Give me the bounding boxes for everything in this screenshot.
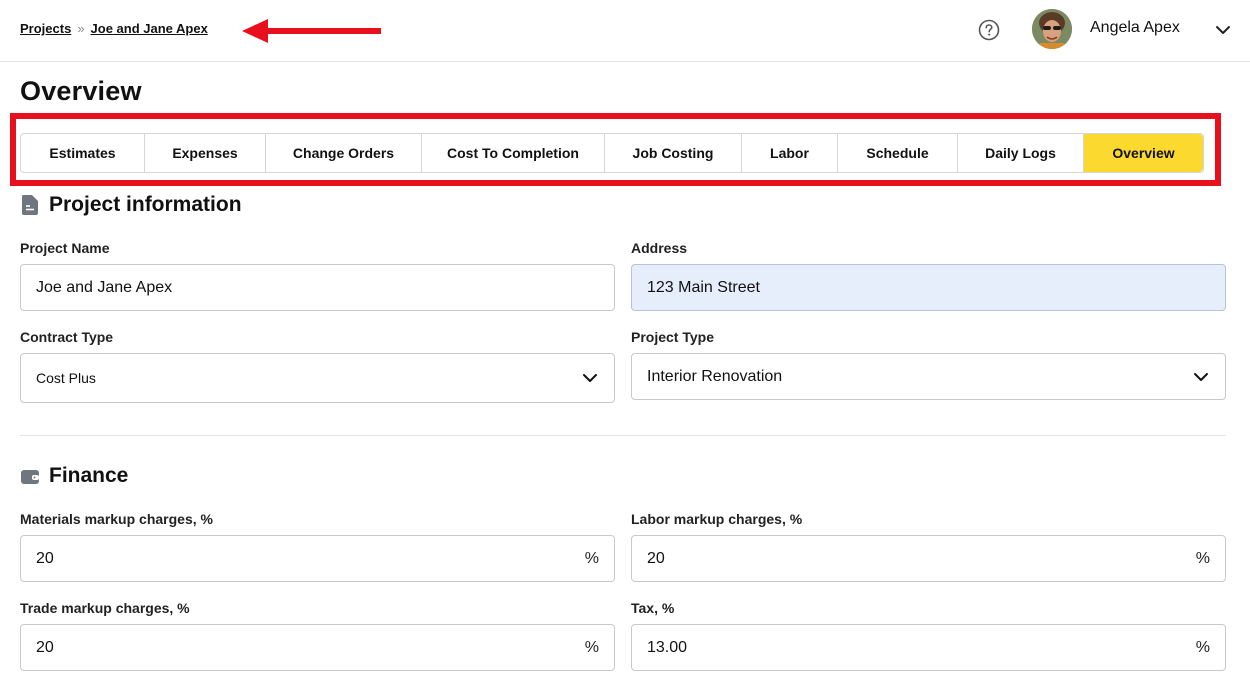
labor-markup-input[interactable]: 20 % [631, 535, 1226, 582]
trade-markup-value: 20 [36, 638, 54, 656]
top-bar: Projects » Joe and Jane Apex Angela Apex [0, 0, 1250, 62]
contract-type-value: Cost Plus [36, 370, 96, 386]
document-icon [22, 195, 38, 215]
tab-estimates[interactable]: Estimates [21, 134, 145, 172]
tax-input[interactable]: 13.00 % [631, 624, 1226, 671]
tab-daily-logs[interactable]: Daily Logs [958, 134, 1084, 172]
percent-suffix: % [584, 549, 599, 567]
percent-suffix: % [1195, 549, 1210, 567]
section-divider [20, 435, 1226, 436]
annotation-arrow-icon [242, 19, 381, 43]
project-name-value: Joe and Jane Apex [36, 278, 173, 296]
tax-label: Tax, % [631, 600, 675, 616]
finance-title: Finance [49, 464, 129, 487]
project-name-field[interactable]: Joe and Jane Apex [20, 264, 615, 311]
chevron-down-icon [583, 374, 597, 382]
wallet-icon [21, 470, 39, 484]
tab-overview[interactable]: Overview [1084, 134, 1203, 172]
avatar-image-icon [1032, 9, 1072, 49]
chevron-down-icon [1194, 372, 1208, 381]
page-title: Overview [20, 76, 142, 106]
materials-markup-input[interactable]: 20 % [20, 535, 615, 582]
tab-bar: Estimates Expenses Change Orders Cost To… [20, 133, 1204, 173]
address-value: 123 Main Street [647, 278, 760, 296]
finance-header: Finance [20, 464, 128, 488]
breadcrumb-separator: » [77, 21, 85, 36]
project-type-value: Interior Renovation [647, 367, 783, 385]
address-field[interactable]: 123 Main Street [631, 264, 1226, 311]
address-label: Address [631, 240, 688, 256]
tab-expenses[interactable]: Expenses [145, 134, 266, 172]
help-circle-icon[interactable] [978, 19, 1000, 41]
project-info-header: Project information [20, 193, 242, 217]
labor-markup-value: 20 [647, 549, 665, 567]
breadcrumb: Projects » Joe and Jane Apex [20, 21, 208, 36]
tab-cost-to-completion[interactable]: Cost To Completion [422, 134, 605, 172]
breadcrumb-projects-link[interactable]: Projects [20, 21, 71, 36]
trade-markup-label: Trade markup charges, % [20, 600, 190, 616]
user-name[interactable]: Angela Apex [1090, 19, 1180, 37]
project-type-select[interactable]: Interior Renovation [631, 353, 1226, 400]
project-type-label: Project Type [631, 329, 714, 345]
breadcrumb-current-link[interactable]: Joe and Jane Apex [91, 21, 208, 36]
chevron-down-icon[interactable] [1214, 21, 1232, 39]
materials-markup-label: Materials markup charges, % [20, 511, 213, 527]
percent-suffix: % [1195, 638, 1210, 656]
project-info-title: Project information [49, 193, 242, 216]
tab-labor[interactable]: Labor [742, 134, 838, 172]
contract-type-label: Contract Type [20, 329, 114, 345]
percent-suffix: % [584, 638, 599, 656]
trade-markup-input[interactable]: 20 % [20, 624, 615, 671]
avatar[interactable] [1032, 9, 1072, 49]
labor-markup-label: Labor markup charges, % [631, 511, 803, 527]
tab-job-costing[interactable]: Job Costing [605, 134, 742, 172]
contract-type-select[interactable]: Cost Plus [20, 353, 615, 403]
tab-change-orders[interactable]: Change Orders [266, 134, 422, 172]
tax-value: 13.00 [647, 638, 688, 656]
tab-schedule[interactable]: Schedule [838, 134, 958, 172]
project-name-label: Project Name [20, 240, 110, 256]
materials-markup-value: 20 [36, 549, 54, 567]
